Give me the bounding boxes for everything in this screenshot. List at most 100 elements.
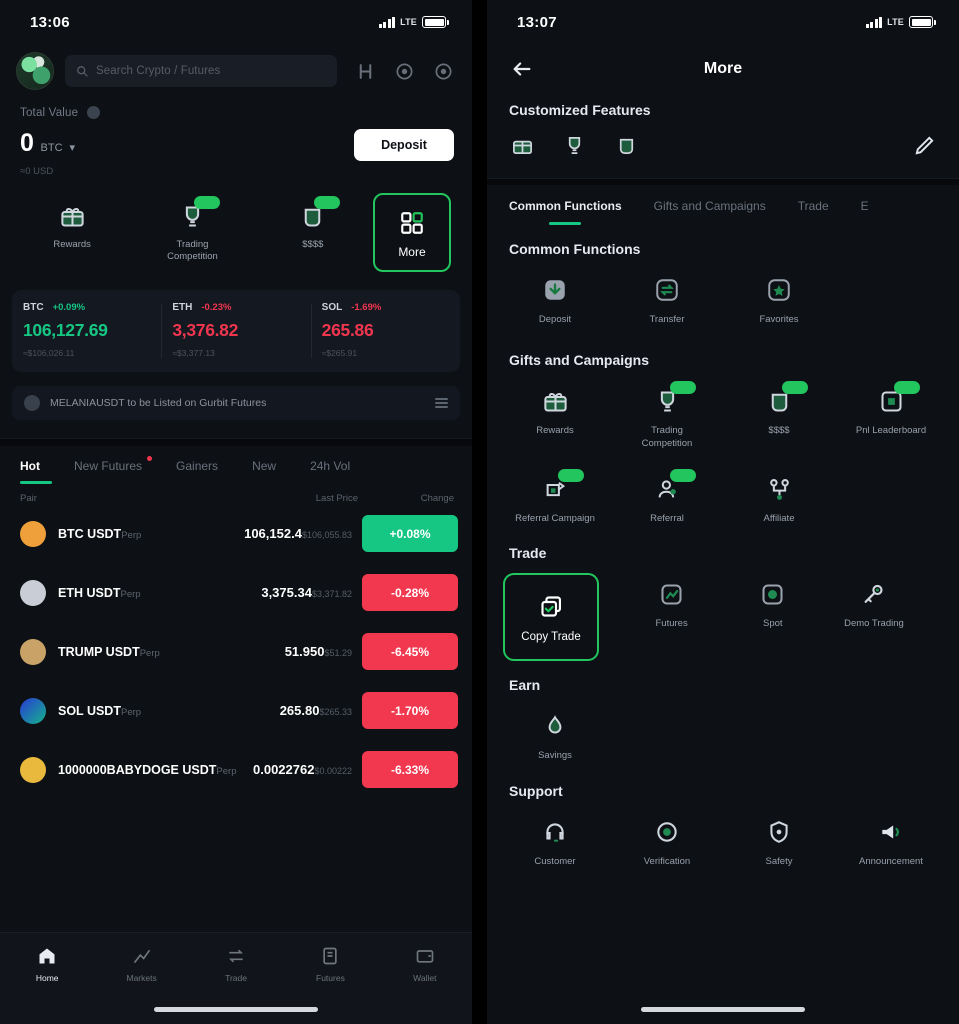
transfer-icon — [652, 275, 682, 305]
table-row[interactable]: ETH USDTPerp 3,375.34$3,371.82 -0.28% — [0, 563, 472, 622]
announcement-banner[interactable]: MELANIAUSDT to be Listed on Gurbit Futur… — [12, 386, 460, 420]
table-row[interactable]: TRUMP USDTPerp 51.950$51.29 -6.45% — [0, 622, 472, 681]
feature-label: Pnl Leaderboard — [855, 425, 927, 437]
common-functions-grid: Deposit Transfer Favorites — [487, 257, 959, 336]
network-label: LTE — [887, 17, 904, 27]
feature-label: Savings — [538, 750, 572, 762]
coin-icon[interactable] — [613, 132, 639, 158]
price-volume: $0.00222 — [314, 765, 352, 776]
feature-rewards[interactable]: Rewards — [499, 372, 611, 460]
feature-favorites[interactable]: Favorites — [723, 261, 835, 336]
star-icon — [764, 275, 794, 305]
market-tab-hot[interactable]: Hot — [20, 459, 74, 473]
pair-type: Perp — [121, 529, 142, 541]
gift-icon[interactable] — [509, 132, 535, 158]
chevron-down-icon[interactable]: ▾ — [70, 141, 76, 154]
ticker-card[interactable]: BTC +0.09% 106,127.69 ≈$106,026.11 — [12, 290, 161, 372]
market-tab-24h-vol[interactable]: 24h Vol — [310, 459, 384, 473]
gift-icon — [57, 201, 88, 232]
feature-tabs: Common Functions Gifts and Campaigns Tra… — [487, 185, 959, 213]
market-tab-new-futures[interactable]: New Futures — [74, 456, 176, 473]
nav-item-trade[interactable]: Trade — [189, 945, 283, 983]
quick-action-more[interactable]: More — [372, 193, 451, 272]
pencil-icon[interactable] — [911, 132, 937, 158]
quick-action-rewards[interactable]: Rewards — [12, 193, 132, 251]
verify-icon — [652, 817, 682, 847]
feature-customer[interactable]: Customer — [499, 803, 611, 878]
feature-deposit[interactable]: Deposit — [499, 261, 611, 336]
feature-trading-competition[interactable]: Trading Competition — [611, 372, 723, 460]
feature-referral-campaign[interactable]: Referral Campaign — [499, 460, 611, 535]
menu-icon[interactable] — [354, 60, 376, 82]
table-row[interactable]: BTC USDTPerp 106,152.4$106,055.83 +0.08% — [0, 504, 472, 563]
eye-icon[interactable] — [87, 106, 101, 119]
tab-earn[interactable]: E — [861, 199, 901, 213]
market-tab-new[interactable]: New — [252, 459, 310, 473]
pair-symbol: 1000000BABYDOGE USDT — [58, 762, 217, 777]
feature-demo-trading[interactable]: Demo Trading — [823, 565, 924, 667]
deposit-button[interactable]: Deposit — [354, 129, 454, 161]
shield-icon — [764, 817, 794, 847]
market-tab-gainers[interactable]: Gainers — [176, 459, 252, 473]
feature-safety[interactable]: Safety — [723, 803, 835, 878]
search-input[interactable]: Search Crypto / Futures — [65, 55, 337, 87]
price-volume: $51.29 — [324, 647, 352, 658]
table-row[interactable]: SOL USDTPerp 265.80$265.33 -1.70% — [0, 681, 472, 740]
notification-icon[interactable] — [432, 60, 454, 82]
feature-referral[interactable]: Referral — [611, 460, 723, 535]
feature-transfer[interactable]: Transfer — [611, 261, 723, 336]
status-time: 13:06 — [30, 13, 70, 31]
ticker-change: -0.23% — [201, 302, 232, 313]
nav-item-home[interactable]: Home — [0, 945, 94, 983]
feature-coin[interactable]: $$$$ — [723, 372, 835, 460]
table-row[interactable]: 1000000BABYDOGE USDTPerp 0.0022762$0.002… — [0, 740, 472, 799]
tab-gifts-and-campaigns[interactable]: Gifts and Campaigns — [654, 199, 798, 213]
top-bar: Search Crypto / Futures — [0, 44, 472, 100]
balance-amount-group[interactable]: 0 BTC ▾ — [20, 129, 75, 158]
coin-icon — [20, 638, 46, 665]
home-icon — [36, 945, 58, 967]
nav-label: Markets — [126, 973, 157, 983]
announcement-list-icon[interactable] — [435, 397, 448, 409]
feature-announcement[interactable]: Announcement — [835, 803, 947, 878]
nav-item-wallet[interactable]: Wallet — [378, 945, 472, 983]
ticker-volume: ≈$106,026.11 — [23, 348, 75, 358]
ticker-card[interactable]: SOL -1.69% 265.86 ≈$265.91 — [310, 290, 460, 372]
nav-item-markets[interactable]: Markets — [94, 945, 188, 983]
feature-spot[interactable]: Spot — [722, 565, 823, 667]
quick-action-trading-competition[interactable]: Trading Competition — [132, 193, 252, 263]
nav-item-futures[interactable]: Futures — [283, 945, 377, 983]
change-badge: -6.33% — [362, 751, 458, 788]
feature-savings[interactable]: Savings — [499, 697, 611, 772]
promo-badge — [314, 196, 341, 209]
quick-action-coin[interactable]: $$$$ — [253, 193, 373, 251]
ticker-card[interactable]: ETH -0.23% 3,376.82 ≈$3,377.13 — [161, 290, 310, 372]
feature-copy-trade[interactable]: Copy Trade — [503, 573, 599, 662]
avatar[interactable] — [16, 52, 54, 90]
status-indicators: LTE — [865, 16, 936, 28]
feature-empty-slot — [723, 697, 835, 772]
feature-verification[interactable]: Verification — [611, 803, 723, 878]
home-indicator — [641, 1007, 805, 1012]
left-phone-screen: 13:06 LTE Search Crypto / Futures Total … — [0, 0, 472, 1024]
support-icon[interactable] — [393, 60, 415, 82]
total-value-row: Total Value — [0, 100, 472, 119]
ticker-cards: BTC +0.09% 106,127.69 ≈$106,026.11 ETH -… — [12, 290, 460, 372]
last-price: 0.0022762 — [253, 761, 315, 777]
feature-pnl-leaderboard[interactable]: Pnl Leaderboard — [835, 372, 947, 460]
tab-trade[interactable]: Trade — [798, 199, 861, 213]
tab-common-functions[interactable]: Common Functions — [509, 199, 654, 213]
pair-symbol: TRUMP USDT — [58, 644, 140, 659]
ticker-volume: ≈$3,377.13 — [172, 348, 215, 358]
feature-affiliate[interactable]: Affiliate — [723, 460, 835, 535]
trade-icon — [225, 945, 247, 967]
promo-badge — [894, 381, 920, 395]
feature-label: Copy Trade — [521, 631, 581, 644]
section-title-common-functions: Common Functions — [509, 241, 641, 257]
trophy-icon[interactable] — [561, 132, 587, 158]
customized-features-row — [487, 118, 959, 178]
coin-icon — [20, 579, 46, 606]
feature-futures[interactable]: Futures — [621, 565, 722, 667]
price-volume: $106,055.83 — [301, 529, 352, 540]
back-arrow-icon[interactable] — [509, 56, 535, 82]
